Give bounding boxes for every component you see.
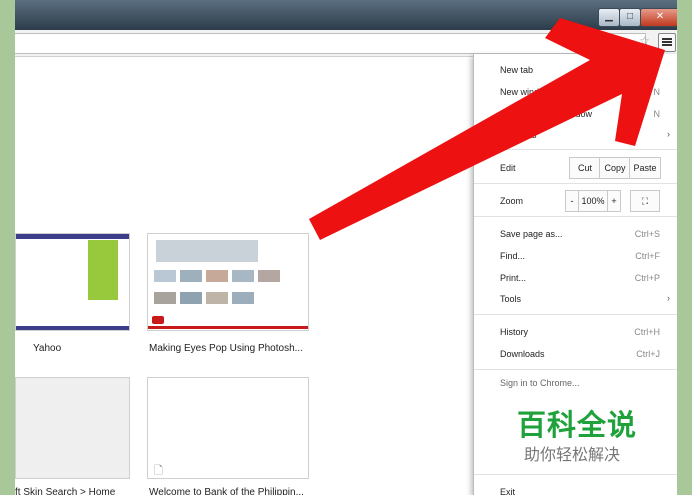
watermark-subtitle: 助你轻松解决 [524, 447, 621, 464]
watermark-title: 百科全说 [517, 410, 638, 442]
arrow-shape [309, 18, 665, 240]
